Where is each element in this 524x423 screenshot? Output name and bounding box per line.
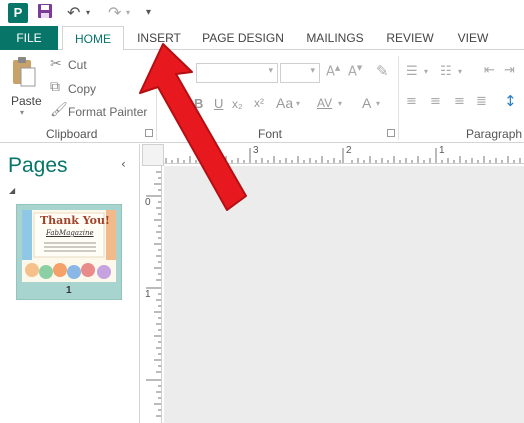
save-icon[interactable] [37, 3, 53, 23]
ruler-label: 2 [346, 145, 352, 156]
ruler-label: 1 [439, 145, 445, 156]
redo-dropdown-icon[interactable]: ▾ [126, 3, 130, 23]
brush-icon: 🖌 [50, 102, 68, 118]
chevron-down-icon[interactable]: ▾ [296, 99, 300, 108]
bold-button[interactable]: B [194, 96, 203, 111]
tab-review[interactable]: REVIEW [380, 26, 440, 50]
shrink-font-icon[interactable]: A▼ [348, 64, 362, 79]
paste-dropdown-icon: ▾ [20, 108, 25, 117]
numbering-icon[interactable]: ☷ [440, 64, 452, 79]
clear-formatting-icon[interactable]: ✎ [376, 62, 389, 80]
format-painter-label: Format Painter [68, 105, 148, 119]
decrease-indent-icon[interactable]: ⇤ [484, 63, 495, 78]
thumbnail-card-subtitle: FabMagazine [46, 229, 94, 237]
chevron-left-icon[interactable]: ‹ [121, 157, 126, 171]
redo-icon[interactable]: ↷ [108, 3, 121, 23]
chevron-down-icon: ▾ [268, 66, 273, 76]
format-painter-button[interactable]: 🖌 Format Painter [50, 102, 150, 122]
copy-label: Copy [68, 82, 97, 96]
ruler-corner [142, 144, 164, 166]
font-size-dropdown[interactable]: ▾ [280, 63, 320, 83]
collapse-triangle-icon[interactable]: ◢ [9, 186, 15, 195]
pages-title: Pages [8, 154, 68, 177]
tab-insert[interactable]: INSERT [132, 26, 186, 50]
font-launcher-icon[interactable] [387, 129, 395, 137]
underline-button[interactable]: U [214, 96, 223, 111]
page-thumbnail[interactable]: Thank You! FabMagazine 1 [16, 204, 122, 300]
ribbon-tabs: FILE HOME INSERT PAGE DESIGN MAILINGS RE… [0, 26, 524, 51]
paste-button[interactable]: Paste ▾ [4, 56, 44, 122]
line-spacing-icon[interactable]: ↕ [504, 92, 517, 110]
change-case-button[interactable]: Aa [276, 95, 293, 111]
tab-home[interactable]: HOME [62, 26, 124, 51]
ruler-label: 1 [145, 289, 151, 300]
page-number: 1 [66, 285, 72, 296]
copy-icon: ⧉ [50, 79, 60, 95]
customize-qat-icon[interactable]: ▾ [146, 3, 151, 23]
subscript-button[interactable]: x₂ [232, 97, 243, 111]
thumbnail-card-title: Thank You! [40, 214, 110, 227]
clipboard-launcher-icon[interactable] [145, 129, 153, 137]
undo-icon[interactable]: ↶ [67, 3, 80, 23]
group-separator [156, 56, 157, 140]
superscript-button[interactable]: x² [254, 96, 264, 110]
paste-label: Paste [11, 94, 42, 108]
justify-icon[interactable]: ≣ [476, 94, 487, 109]
bullets-icon[interactable]: ☰ [406, 64, 418, 79]
character-spacing-button[interactable]: AV [317, 96, 332, 110]
font-group-label: Font [258, 127, 283, 141]
clipboard-group-label: Clipboard [46, 127, 98, 141]
title-bar: P ↶ ▾ ↷ ▾ ▾ [0, 0, 524, 26]
scissors-icon: ✂ [50, 56, 62, 72]
paragraph-group-label: Paragraph [466, 127, 523, 141]
tab-view[interactable]: VIEW [448, 26, 498, 50]
tab-page-design[interactable]: PAGE DESIGN [196, 26, 290, 50]
copy-button[interactable]: ⧉ Copy [50, 79, 140, 99]
page-thumbnail-image: Thank You! FabMagazine [22, 210, 116, 282]
ruler-label: 3 [253, 145, 259, 156]
chevron-down-icon[interactable]: ▾ [376, 99, 380, 108]
grow-font-icon[interactable]: A▲ [326, 64, 340, 79]
cut-label: Cut [68, 58, 87, 72]
align-left-icon[interactable]: ≡ [406, 94, 417, 109]
chevron-down-icon: ▾ [310, 66, 315, 76]
pages-pane: Pages ‹ ◢ Thank You! FabMagazine 1 [0, 144, 140, 423]
chevron-down-icon[interactable]: ▾ [424, 67, 428, 76]
clipboard-icon [13, 57, 36, 87]
chevron-down-icon[interactable]: ▾ [338, 99, 342, 108]
align-right-icon[interactable]: ≡ [454, 94, 465, 109]
font-name-dropdown[interactable]: ▾ [196, 63, 278, 83]
chevron-down-icon[interactable]: ▾ [458, 67, 462, 76]
font-color-button[interactable]: A [362, 95, 371, 111]
publisher-logo-icon: P [8, 3, 28, 23]
undo-dropdown-icon[interactable]: ▾ [86, 3, 90, 23]
page-workspace[interactable] [164, 166, 524, 423]
align-center-icon[interactable]: ≡ [430, 94, 441, 109]
horizontal-ruler[interactable]: 3 2 1 [164, 144, 524, 164]
cut-button[interactable]: ✂ Cut [50, 55, 140, 75]
tab-mailings[interactable]: MAILINGS [300, 26, 370, 50]
group-separator [398, 56, 399, 140]
tab-file[interactable]: FILE [0, 26, 58, 50]
ribbon: Paste ▾ ✂ Cut ⧉ Copy 🖌 Format Painter Cl… [0, 50, 524, 143]
vertical-ruler[interactable]: 0 1 [142, 166, 162, 423]
increase-indent-icon[interactable]: ⇥ [504, 63, 515, 78]
ruler-label: 0 [145, 197, 151, 208]
